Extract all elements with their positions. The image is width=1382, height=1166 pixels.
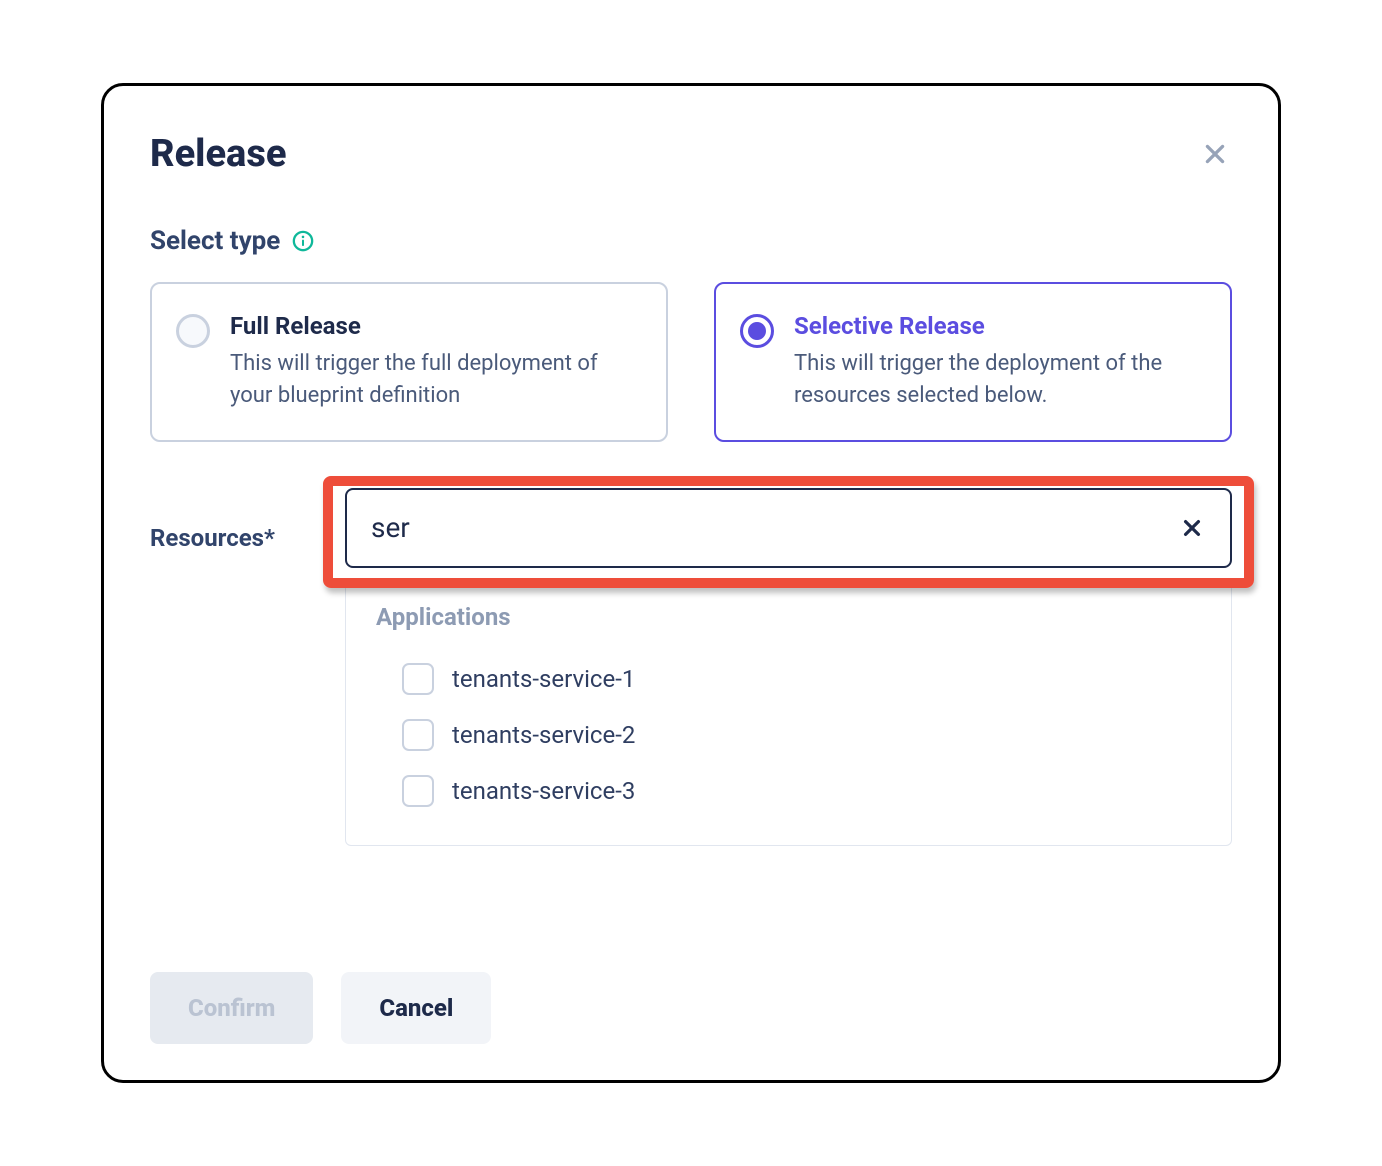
type-card-full-release[interactable]: Full Release This will trigger the full … — [150, 282, 668, 442]
dialog-footer: Confirm Cancel — [150, 912, 1232, 1044]
select-type-row: Select type — [150, 226, 1232, 256]
cancel-button[interactable]: Cancel — [341, 972, 491, 1044]
confirm-button[interactable]: Confirm — [150, 972, 313, 1044]
resource-option-label: tenants-service-2 — [452, 721, 635, 749]
selective-release-desc: This will trigger the deployment of the … — [794, 348, 1202, 412]
resources-body: Applications tenants-service-1 tenants-s… — [345, 488, 1232, 846]
radio-selective-release[interactable] — [740, 314, 774, 348]
resources-search-input[interactable] — [371, 511, 1178, 544]
selective-release-title: Selective Release — [794, 312, 1202, 340]
info-icon[interactable] — [292, 230, 314, 252]
release-dialog: Release Select type Full Release This wi… — [101, 83, 1281, 1083]
close-button[interactable] — [1198, 137, 1232, 171]
select-type-label: Select type — [150, 226, 280, 256]
resource-option-label: tenants-service-1 — [452, 665, 635, 693]
dialog-title: Release — [150, 132, 286, 176]
clear-search-button[interactable] — [1178, 514, 1206, 542]
resource-option[interactable]: tenants-service-2 — [376, 707, 1201, 763]
resource-option[interactable]: tenants-service-1 — [376, 651, 1201, 707]
resource-option[interactable]: tenants-service-3 — [376, 763, 1201, 819]
resource-checkbox[interactable] — [402, 775, 434, 807]
resources-label: Resources* — [150, 488, 315, 552]
full-release-title: Full Release — [230, 312, 638, 340]
resource-option-label: tenants-service-3 — [452, 777, 635, 805]
resources-search-wrap — [345, 488, 1232, 568]
dialog-header: Release — [150, 132, 1232, 176]
dropdown-group-label: Applications — [376, 603, 1201, 631]
type-card-selective-release[interactable]: Selective Release This will trigger the … — [714, 282, 1232, 442]
resource-checkbox[interactable] — [402, 663, 434, 695]
full-release-desc: This will trigger the full deployment of… — [230, 348, 638, 412]
clear-icon — [1181, 517, 1203, 539]
radio-full-release[interactable] — [176, 314, 210, 348]
close-icon — [1202, 141, 1228, 167]
resources-dropdown: Applications tenants-service-1 tenants-s… — [345, 580, 1232, 846]
resources-row: Resources* Applications tenants-service-… — [150, 488, 1232, 846]
resource-checkbox[interactable] — [402, 719, 434, 751]
type-options: Full Release This will trigger the full … — [150, 282, 1232, 442]
